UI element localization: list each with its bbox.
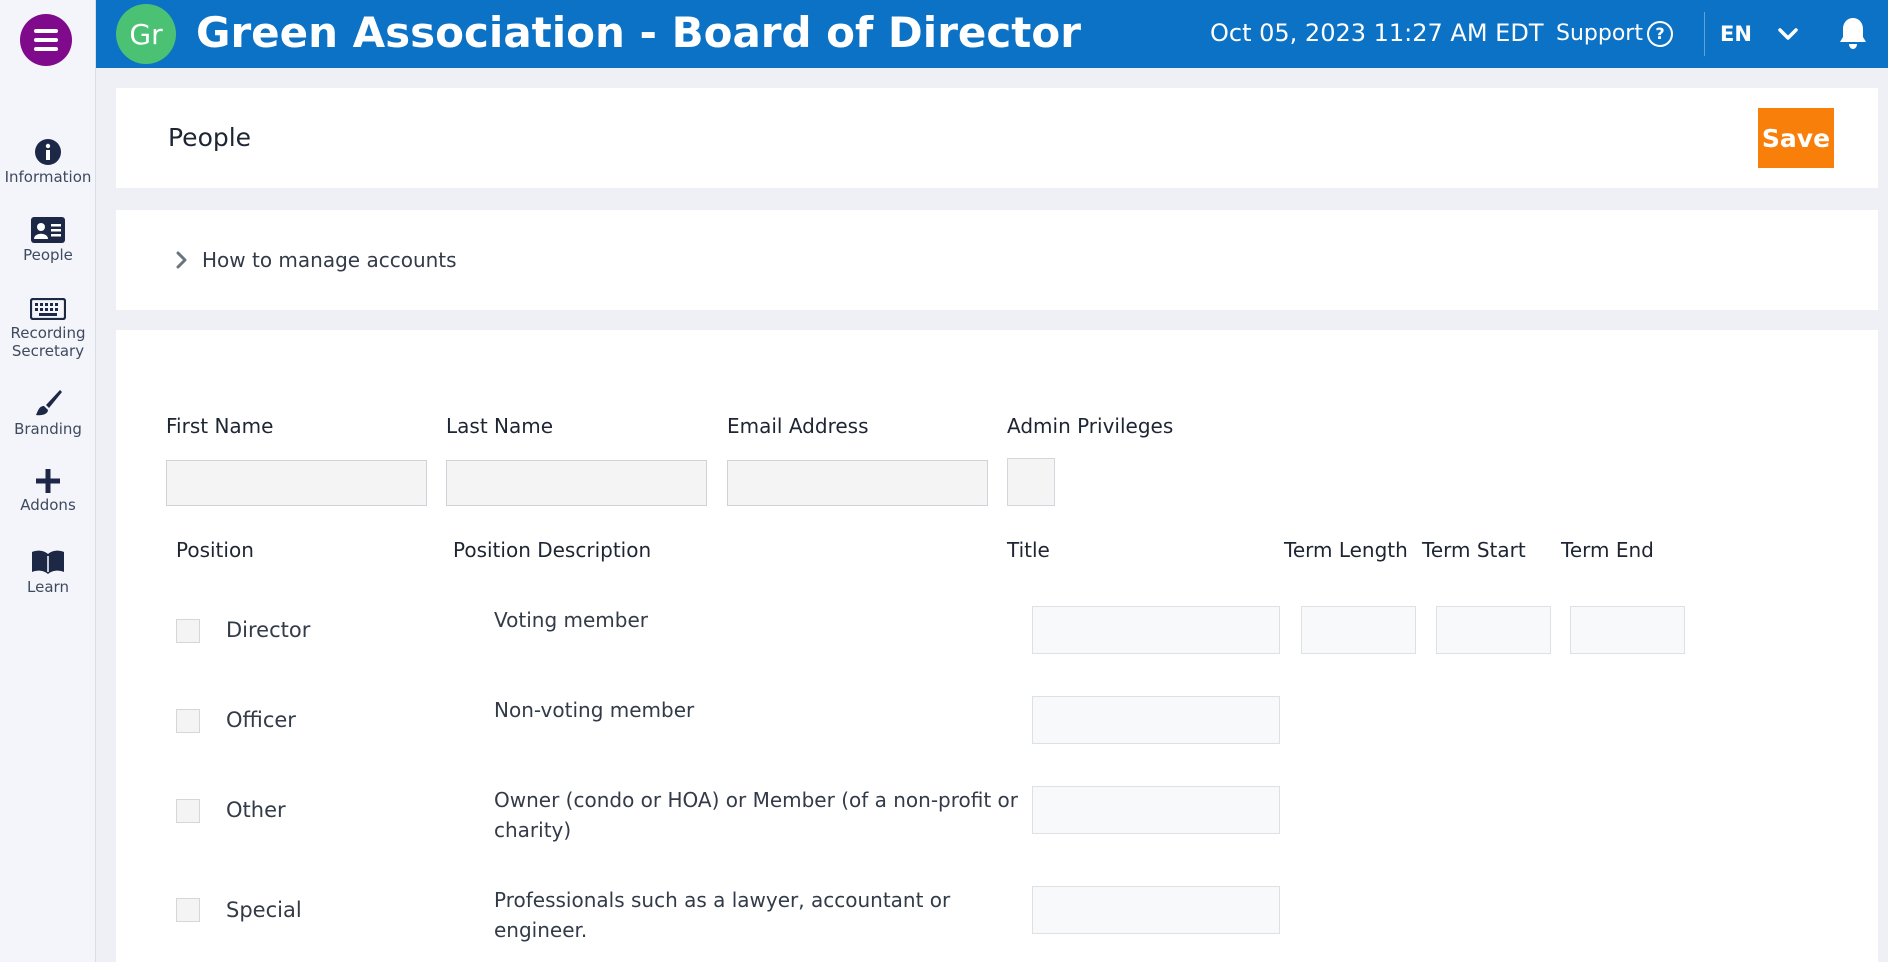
director-term-start-input[interactable]	[1436, 606, 1551, 654]
position-director-checkbox[interactable]	[176, 619, 200, 643]
how-to-manage-accounts-toggle[interactable]: How to manage accounts	[176, 246, 457, 274]
sidebar-item-people[interactable]: People	[0, 216, 96, 264]
term-length-header: Term Length	[1284, 538, 1408, 562]
help-card: How to manage accounts	[116, 210, 1878, 310]
sidebar-item-label: Learn	[27, 578, 69, 596]
top-bar: Gr Green Association - Board of Director…	[96, 0, 1888, 68]
position-description: Professionals such as a lawyer, accounta…	[494, 888, 951, 942]
question-icon: ?	[1646, 21, 1673, 47]
sidebar-item-branding[interactable]: Branding	[0, 388, 96, 438]
support-link[interactable]: Support ?	[1556, 18, 1673, 50]
info-icon	[35, 139, 61, 165]
position-description: Voting member	[494, 608, 648, 632]
language-code: EN	[1720, 22, 1752, 46]
sidebar-item-addons[interactable]: Addons	[0, 468, 96, 514]
header-divider	[1704, 12, 1705, 56]
last-name-input[interactable]	[446, 460, 707, 506]
first-name-label: First Name	[166, 414, 274, 438]
admin-privileges-label: Admin Privileges	[1007, 414, 1174, 438]
email-input[interactable]	[727, 460, 988, 506]
current-datetime: Oct 05, 2023 11:27 AM EDT	[1210, 19, 1544, 47]
email-label: Email Address	[727, 414, 869, 438]
title-header: Title	[1007, 538, 1050, 562]
sidebar: Information People Recording Secretary B…	[0, 0, 96, 962]
position-name: Director	[226, 618, 311, 642]
special-title-input[interactable]	[1032, 886, 1280, 934]
contact-card-icon	[31, 217, 65, 243]
last-name-label: Last Name	[446, 414, 554, 438]
hamburger-icon	[34, 29, 58, 33]
admin-privileges-checkbox[interactable]	[1007, 458, 1055, 506]
position-special-checkbox[interactable]	[176, 898, 200, 922]
director-term-length-input[interactable]	[1301, 606, 1416, 654]
sidebar-item-label: People	[23, 246, 73, 264]
sidebar-item-learn[interactable]: Learn	[0, 548, 96, 596]
save-button[interactable]: Save	[1758, 108, 1834, 168]
position-name: Officer	[226, 708, 296, 732]
sidebar-item-label: Recording Secretary	[10, 324, 86, 360]
officer-title-input[interactable]	[1032, 696, 1280, 744]
term-end-header: Term End	[1561, 538, 1654, 562]
org-avatar: Gr	[116, 4, 176, 64]
help-toggle-label: How to manage accounts	[202, 248, 457, 272]
position-name: Other	[226, 798, 286, 822]
keyboard-icon	[30, 298, 66, 320]
position-officer-checkbox[interactable]	[176, 709, 200, 733]
position-description-header: Position Description	[453, 538, 652, 562]
position-other-checkbox[interactable]	[176, 799, 200, 823]
position-header: Position	[176, 538, 254, 562]
person-form-card: First Name Last Name Email Address Admin…	[116, 330, 1878, 962]
bell-icon	[1840, 18, 1866, 49]
org-title: Green Association - Board of Director	[196, 8, 1081, 57]
director-term-end-input[interactable]	[1570, 606, 1685, 654]
plus-icon	[36, 469, 60, 493]
page-title: People	[168, 123, 252, 152]
sidebar-item-label: Information	[4, 168, 92, 186]
other-title-input[interactable]	[1032, 786, 1280, 834]
sidebar-item-recording-secretary[interactable]: Recording Secretary	[0, 298, 96, 360]
page-header-card: People Save	[116, 88, 1878, 188]
chevron-right-icon	[176, 251, 187, 269]
language-selector[interactable]: EN	[1720, 18, 1798, 50]
position-name: Special	[226, 898, 302, 922]
menu-button[interactable]	[20, 14, 72, 66]
notifications-bell[interactable]	[1838, 16, 1868, 54]
term-start-header: Term Start	[1422, 538, 1526, 562]
sidebar-item-label: Branding	[14, 420, 82, 438]
director-title-input[interactable]	[1032, 606, 1280, 654]
paintbrush-icon	[36, 390, 62, 416]
first-name-input[interactable]	[166, 460, 427, 506]
sidebar-item-information[interactable]: Information	[0, 138, 96, 186]
chevron-down-icon	[1778, 28, 1798, 40]
position-description: Owner (condo or HOA) or Member (of a non…	[494, 788, 1019, 842]
sidebar-item-label: Addons	[20, 496, 76, 514]
support-label: Support	[1556, 21, 1643, 46]
open-book-icon	[32, 550, 64, 574]
position-description: Non-voting member	[494, 698, 695, 722]
